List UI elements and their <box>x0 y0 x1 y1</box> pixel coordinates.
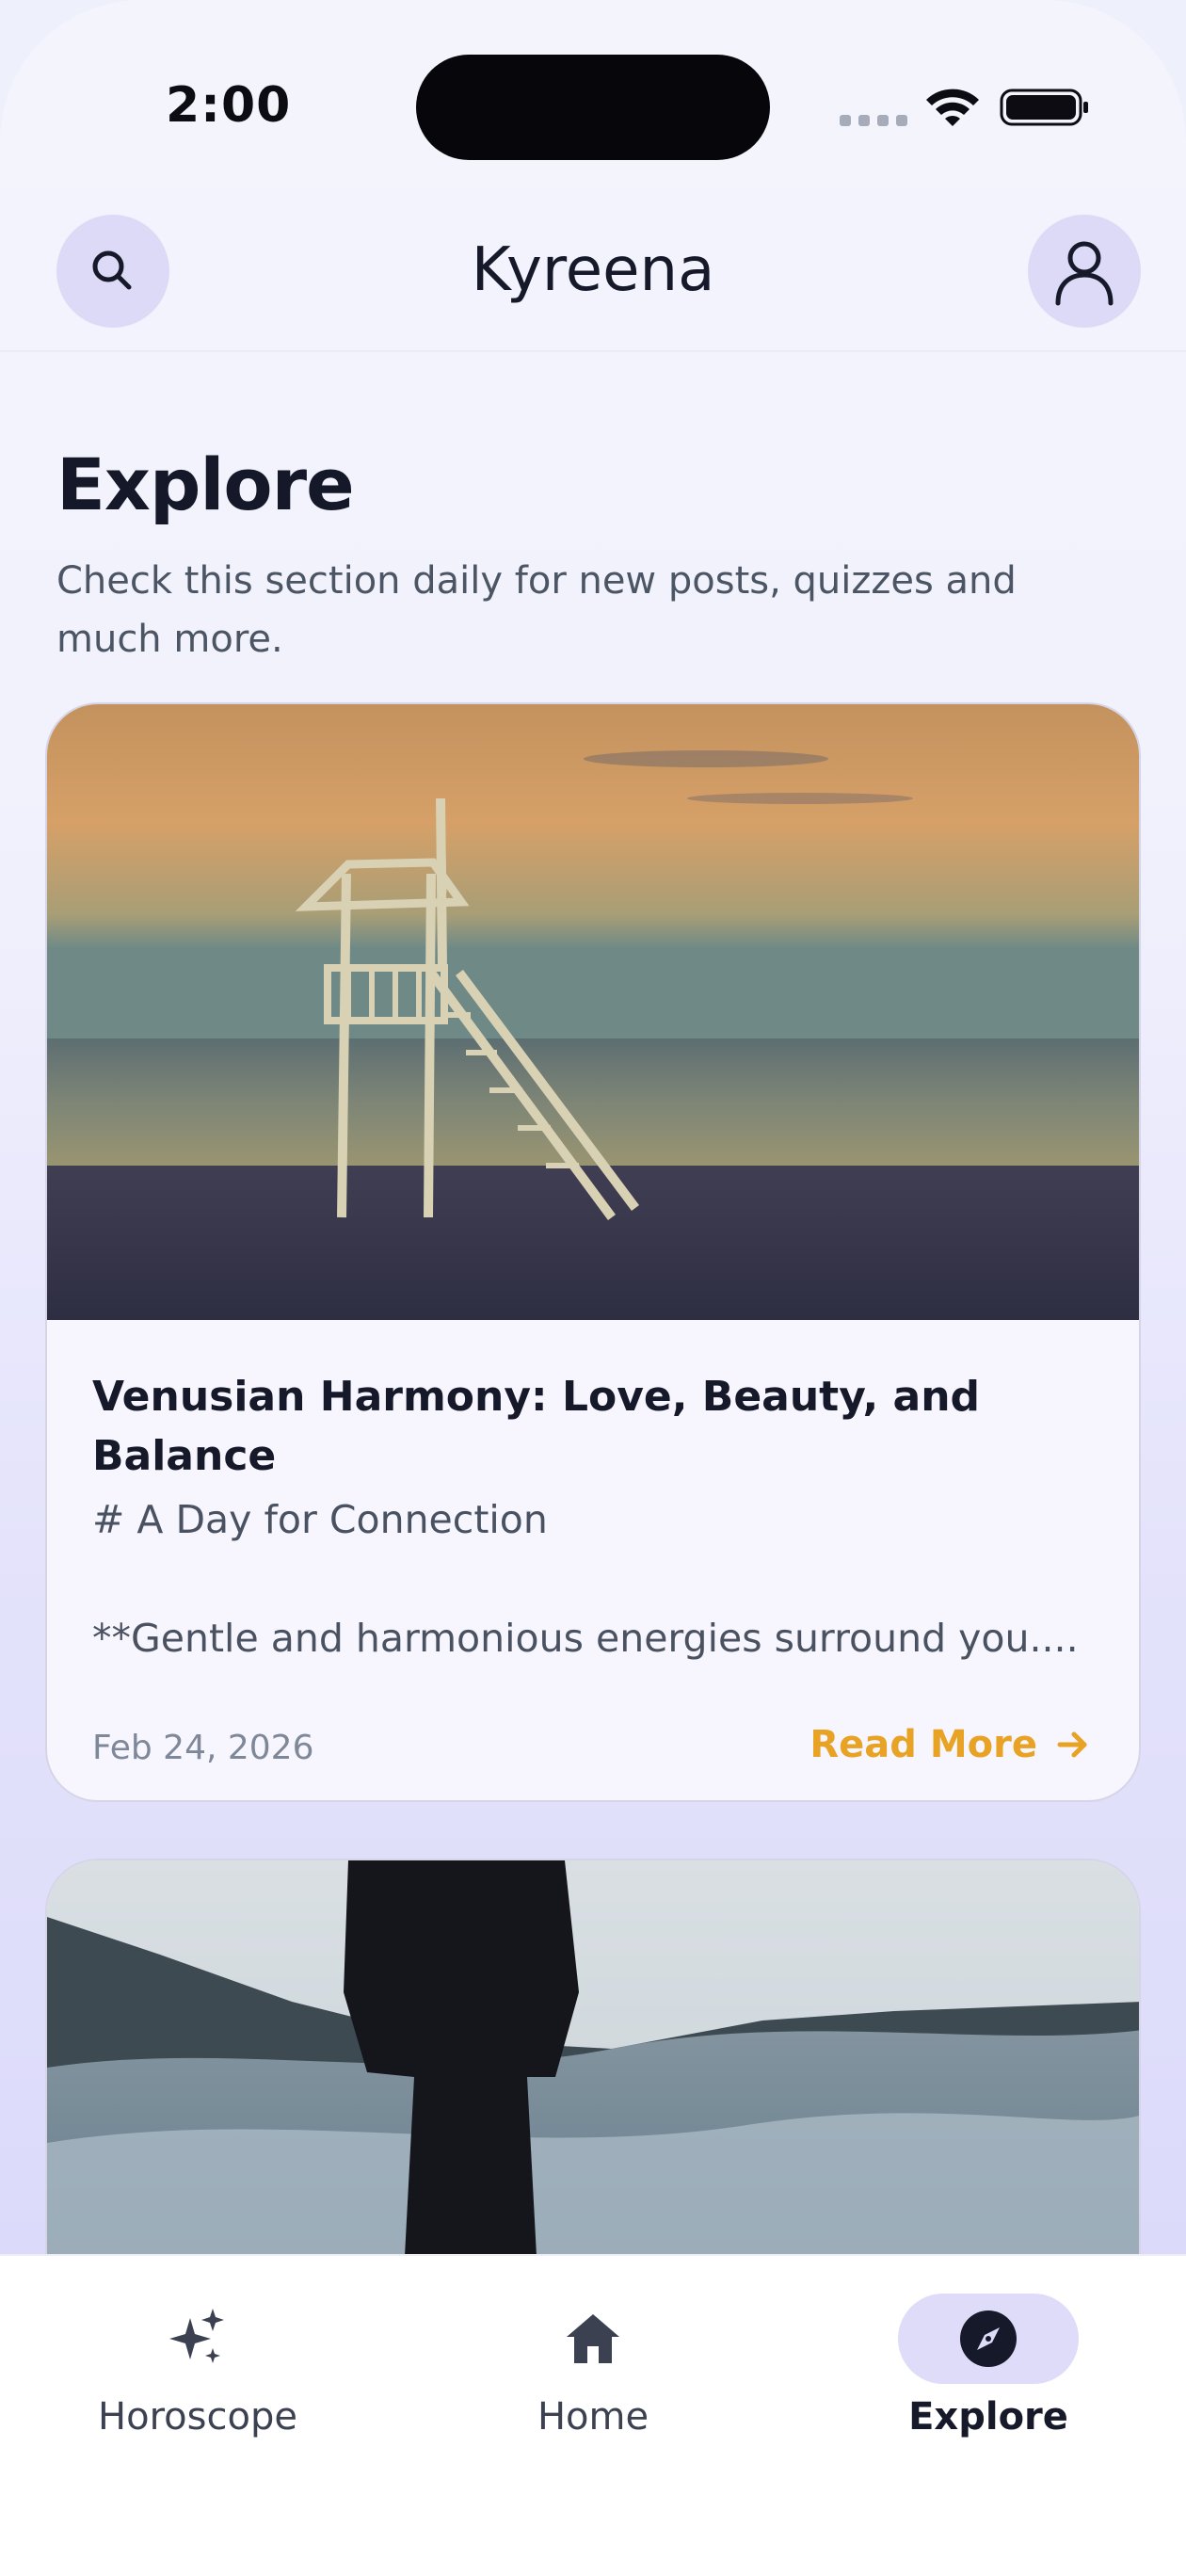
nav-icon-container <box>898 2294 1079 2384</box>
post-excerpt: **Gentle and harmonious energies surroun… <box>92 1616 1079 1661</box>
arrow-right-icon <box>1057 1731 1087 1758</box>
cellular-signal-icon <box>840 115 907 126</box>
nav-label: Explore <box>908 2395 1068 2439</box>
dynamic-island <box>416 55 770 160</box>
home-icon <box>567 2314 619 2363</box>
sparkles-icon <box>169 2309 224 2363</box>
app-title: Kyreena <box>471 235 715 305</box>
status-bar: 2:00 <box>0 0 1186 188</box>
page-title: Explore <box>56 443 355 526</box>
battery-icon <box>1000 89 1088 126</box>
page-subtitle: Check this section daily for new posts, … <box>56 559 1017 661</box>
app-screen: 2:00 Kyreena Explore Check this section … <box>0 0 1186 2576</box>
nav-item-explore[interactable]: Explore <box>847 2294 1130 2439</box>
post-image <box>47 704 1139 1320</box>
nav-label: Horoscope <box>98 2395 297 2439</box>
read-more-label: Read More <box>809 1723 1037 1766</box>
nav-icon-container <box>107 2294 288 2384</box>
nav-item-home[interactable]: Home <box>452 2294 734 2439</box>
post-card[interactable]: Venusian Harmony: Love, Beauty, and Bala… <box>45 702 1141 1802</box>
profile-button[interactable] <box>1028 215 1141 328</box>
bottom-nav: Horoscope Home Explore <box>0 2254 1186 2576</box>
top-app-bar: Kyreena <box>0 188 1186 352</box>
read-more-link[interactable]: Read More <box>809 1723 1092 1766</box>
status-time: 2:00 <box>166 77 292 134</box>
wifi-icon <box>926 89 979 126</box>
nav-icon-container <box>503 2294 683 2384</box>
user-icon <box>1055 241 1114 306</box>
post-title: Venusian Harmony: Love, Beauty, and Bala… <box>92 1373 981 1480</box>
compass-icon <box>960 2310 1017 2367</box>
post-date: Feb 24, 2026 <box>92 1729 314 1767</box>
post-tagline: # A Day for Connection <box>92 1497 548 1542</box>
nav-label: Home <box>537 2395 649 2439</box>
nav-item-horoscope[interactable]: Horoscope <box>56 2294 339 2439</box>
